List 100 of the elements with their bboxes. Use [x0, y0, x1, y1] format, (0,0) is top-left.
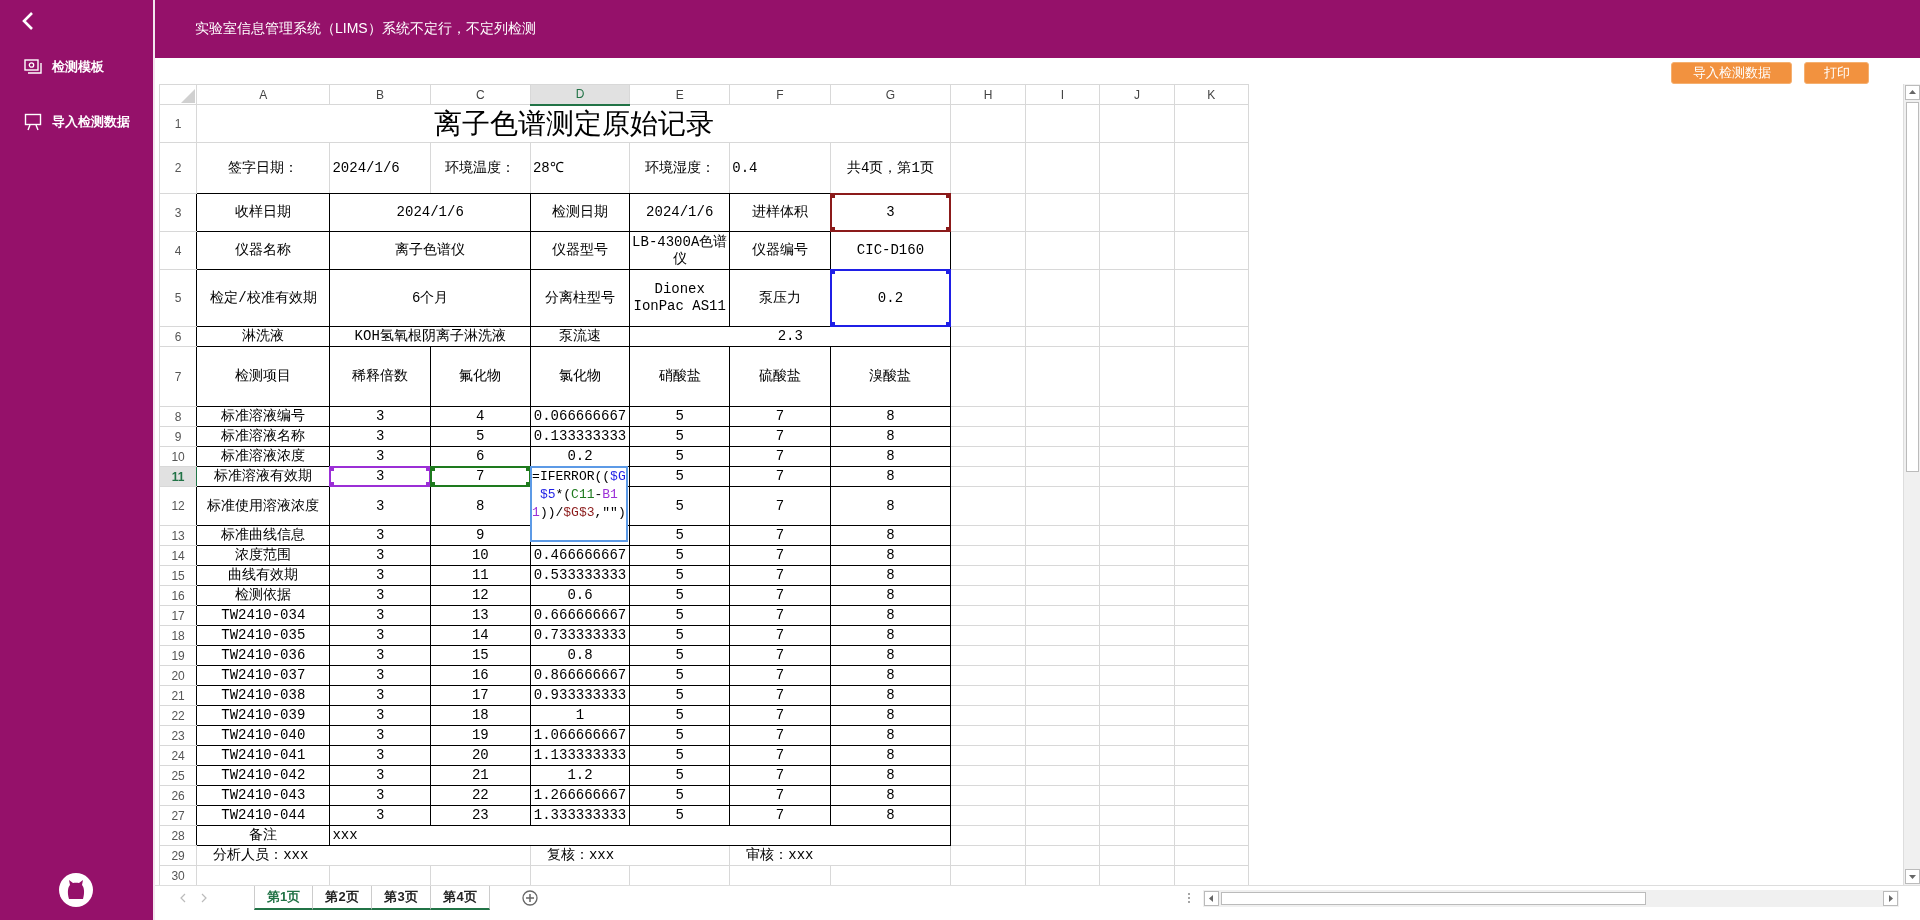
sheet-tab[interactable]: 第3页: [372, 886, 431, 910]
column-header[interactable]: F: [729, 84, 831, 105]
table-cell: 3: [329, 426, 431, 447]
table-cell: 17: [430, 685, 531, 706]
sidebar-item[interactable]: 检测模板: [0, 56, 153, 78]
row-header[interactable]: 12: [159, 486, 197, 526]
row-header[interactable]: 13: [159, 525, 197, 546]
row-header[interactable]: 19: [159, 645, 197, 666]
row-header[interactable]: 27: [159, 805, 197, 826]
row-header[interactable]: 4: [159, 231, 197, 270]
scroll-up-icon[interactable]: [1904, 85, 1920, 100]
sheet-tab[interactable]: 第1页: [254, 886, 313, 910]
row-header[interactable]: 17: [159, 605, 197, 626]
table-cell: 5: [629, 745, 730, 766]
table-cell: 0.133333333: [530, 426, 630, 447]
column-header[interactable]: B: [329, 84, 431, 105]
logo-icon[interactable]: [58, 872, 94, 908]
table-cell: 收样日期: [196, 193, 330, 232]
scroll-down-icon[interactable]: [1904, 869, 1920, 884]
table-cell: 8: [830, 426, 951, 447]
table-cell: 5: [430, 426, 531, 447]
table-cell: 3: [329, 625, 431, 646]
row-header[interactable]: 8: [159, 406, 197, 427]
table-cell: TW2410-036: [196, 645, 330, 666]
table-cell: TW2410-043: [196, 785, 330, 806]
row-header[interactable]: 23: [159, 725, 197, 746]
table-cell: 仪器型号: [530, 231, 630, 270]
row-header[interactable]: 20: [159, 665, 197, 686]
table-cell: 标准曲线信息: [196, 525, 330, 546]
scroll-right-icon[interactable]: [1883, 890, 1898, 906]
table-cell: KOH氢氧根阴离子淋洗液: [329, 326, 531, 347]
row-header[interactable]: 14: [159, 545, 197, 566]
drag-handle-icon[interactable]: [1187, 892, 1191, 904]
table-cell: 仪器编号: [729, 231, 831, 270]
row-header[interactable]: 11: [159, 466, 197, 487]
formula-editor[interactable]: =IFERROR(($G$5*(C11-B11))/$G$3,""): [529, 466, 628, 542]
column-header[interactable]: K: [1174, 84, 1249, 105]
table-cell: 2024/1/6: [329, 193, 531, 232]
scroll-left-icon[interactable]: [1204, 890, 1219, 906]
horizontal-scrollbar[interactable]: [1203, 889, 1899, 907]
table-cell: 8: [830, 625, 951, 646]
table-cell: 淋洗液: [196, 326, 330, 347]
table-cell: 8: [830, 406, 951, 427]
table-cell: 2024/1/6: [629, 193, 730, 232]
scroll-thumb[interactable]: [1221, 891, 1646, 905]
table-cell: 8: [830, 466, 951, 487]
column-header[interactable]: H: [950, 84, 1026, 105]
table-cell: 3: [329, 705, 431, 726]
row-header[interactable]: 28: [159, 825, 197, 846]
sidebar-item[interactable]: 导入检测数据: [0, 111, 153, 133]
column-header[interactable]: A: [196, 84, 330, 105]
table-cell: 7: [729, 685, 831, 706]
chevron-left-icon[interactable]: [22, 12, 34, 30]
row-header[interactable]: 3: [159, 193, 197, 232]
row-header[interactable]: 2: [159, 142, 197, 194]
table-cell: 5: [629, 406, 730, 427]
scroll-thumb[interactable]: [1905, 102, 1919, 472]
column-header[interactable]: D: [530, 84, 630, 105]
table-cell: 8: [830, 605, 951, 626]
sheet-tab[interactable]: 第4页: [431, 886, 490, 910]
row-header[interactable]: 10: [159, 446, 197, 467]
table-cell: 0.933333333: [530, 685, 630, 706]
table-cell: 签字日期：: [196, 142, 330, 194]
table-cell: 3: [329, 585, 431, 606]
table-cell: 3: [329, 605, 431, 626]
table-cell: 氟化物: [430, 346, 531, 407]
row-header[interactable]: 6: [159, 326, 197, 347]
row-header[interactable]: 26: [159, 785, 197, 806]
table-cell: 5: [629, 665, 730, 686]
row-header[interactable]: 18: [159, 625, 197, 646]
row-header[interactable]: 1: [159, 104, 197, 143]
sheet-tab[interactable]: 第2页: [313, 886, 372, 910]
table-cell: 氯化物: [530, 346, 630, 407]
table-cell: 7: [729, 765, 831, 786]
column-header[interactable]: E: [629, 84, 730, 105]
column-header[interactable]: C: [430, 84, 531, 105]
table-cell: 5: [629, 446, 730, 467]
table-cell: 稀释倍数: [329, 346, 431, 407]
row-header[interactable]: 21: [159, 685, 197, 706]
easel-icon: [24, 113, 42, 131]
row-header[interactable]: 5: [159, 269, 197, 327]
row-header[interactable]: 22: [159, 705, 197, 726]
row-header[interactable]: 29: [159, 845, 197, 866]
row-header[interactable]: 9: [159, 426, 197, 447]
row-header[interactable]: 16: [159, 585, 197, 606]
table-cell: 8: [830, 805, 951, 826]
column-header[interactable]: J: [1099, 84, 1175, 105]
row-header[interactable]: 25: [159, 765, 197, 786]
add-icon[interactable]: [522, 890, 538, 906]
row-header[interactable]: 15: [159, 565, 197, 586]
row-header[interactable]: 24: [159, 745, 197, 766]
table-cell: 硝酸盐: [629, 346, 730, 407]
row-header[interactable]: 7: [159, 346, 197, 407]
vertical-scrollbar[interactable]: [1903, 84, 1920, 885]
table-cell: TW2410-037: [196, 665, 330, 686]
column-header[interactable]: G: [830, 84, 951, 105]
table-cell: TW2410-040: [196, 725, 330, 746]
table-cell: 8: [830, 685, 951, 706]
column-header[interactable]: I: [1025, 84, 1100, 105]
select-all-icon[interactable]: [181, 89, 196, 103]
